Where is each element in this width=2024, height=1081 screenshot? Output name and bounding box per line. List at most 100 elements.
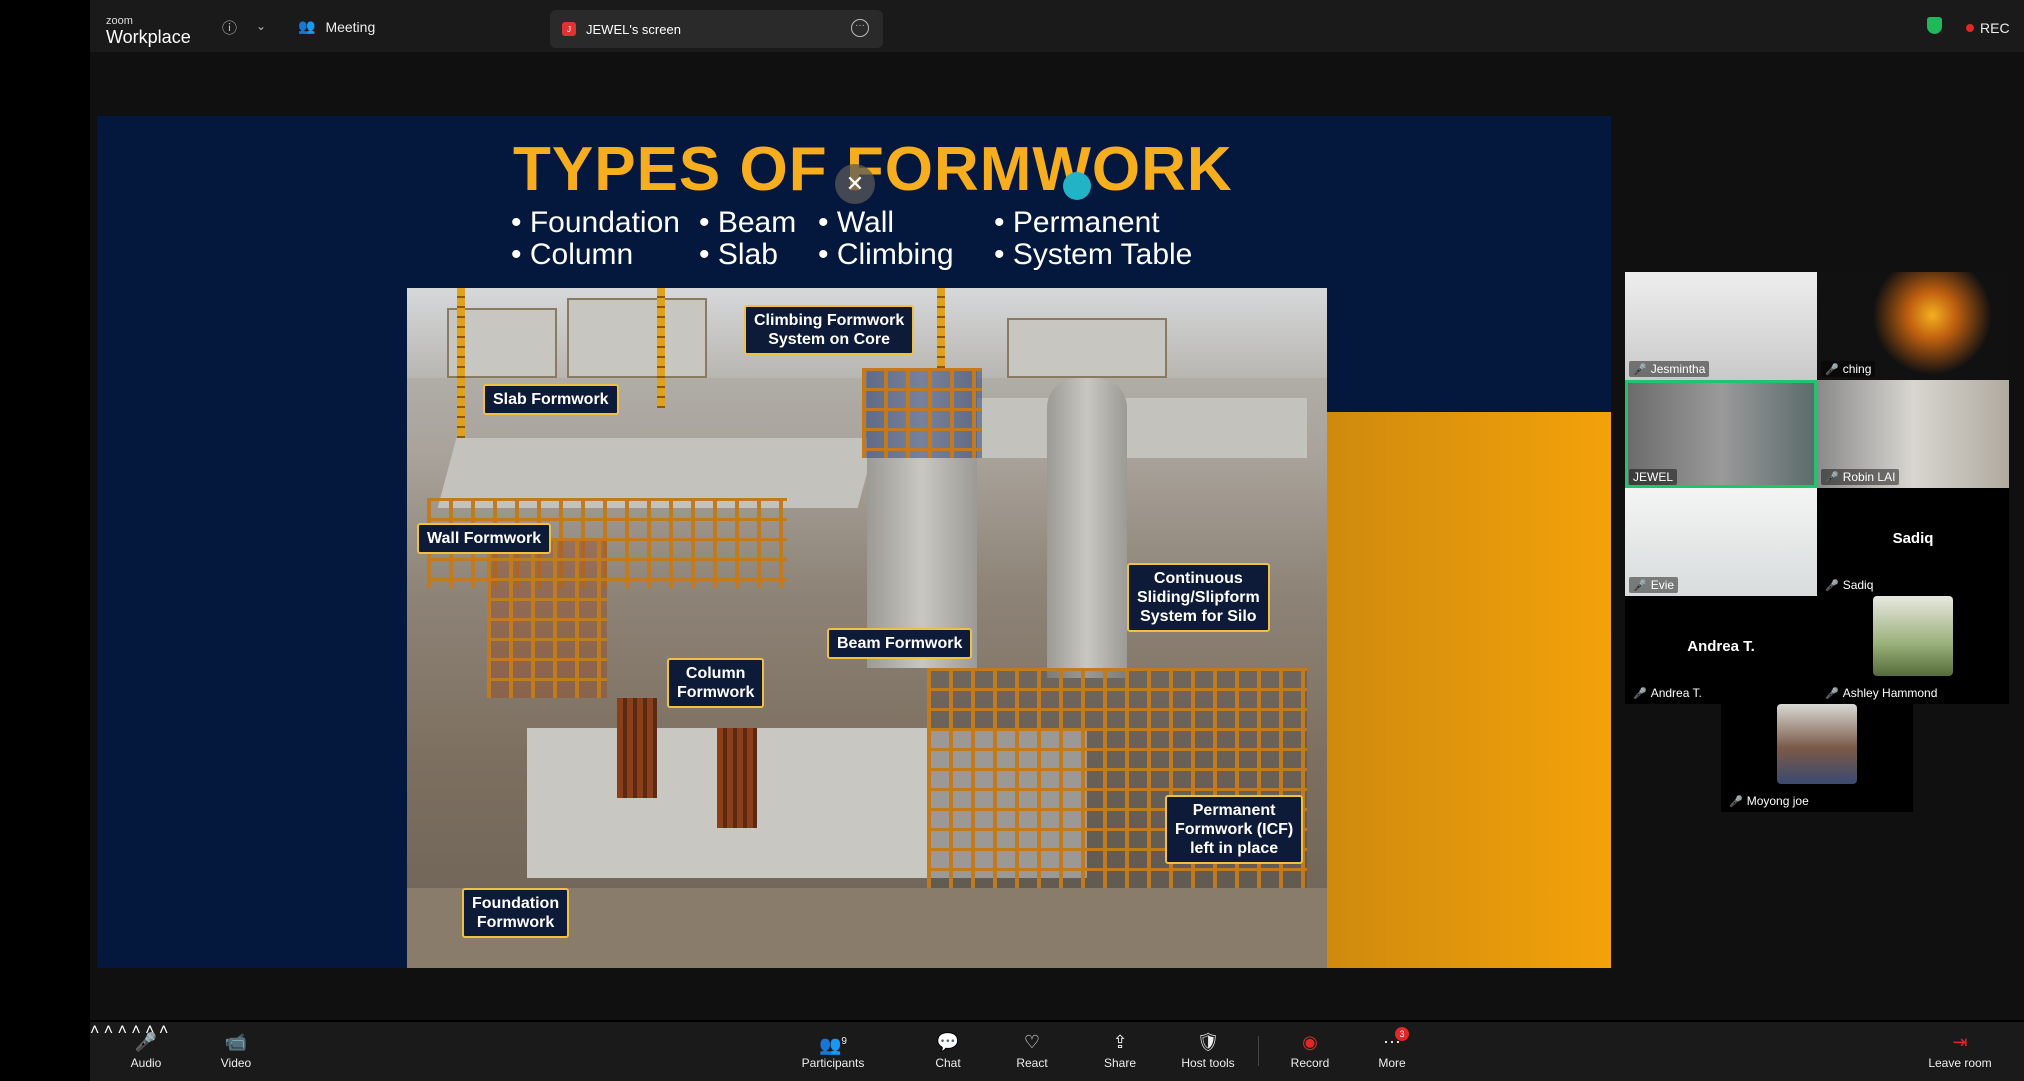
- callout-permanent-formwork: Permanent Formwork (ICF) left in place: [1165, 795, 1304, 864]
- participant-tile-sadiq[interactable]: Sadiq 🎤 Sadiq: [1817, 488, 2009, 596]
- host-tools-button[interactable]: 🛡 Host tools: [1176, 1030, 1240, 1070]
- video-icon: 📹: [224, 1032, 248, 1052]
- participant-center-name: Sadiq: [1892, 530, 1934, 547]
- avatar: [1873, 596, 1953, 676]
- mic-off-icon: 🎤: [1633, 363, 1647, 376]
- toolbar-divider: [1258, 1036, 1259, 1066]
- callout-climbing-formwork: Climbing Formwork System on Core: [744, 305, 915, 355]
- participant-name: 🎤 Ashley Hammond: [1825, 686, 1938, 700]
- chat-icon: 💬: [936, 1032, 960, 1052]
- record-button[interactable]: ◉ Record: [1286, 1030, 1334, 1070]
- chat-label: Chat: [935, 1056, 961, 1070]
- screen-owner-avatar: J: [562, 22, 576, 36]
- leave-label: Leave room: [1928, 1056, 1992, 1070]
- record-label: Record: [1290, 1056, 1330, 1070]
- participant-tile-moyong-joe[interactable]: 🎤 Moyong joe: [1721, 704, 1913, 812]
- logo-big-text: Workplace: [106, 27, 191, 47]
- more-icon[interactable]: ···: [851, 19, 869, 37]
- callout-slab-formwork: Slab Formwork: [483, 384, 619, 415]
- rec-label: REC: [1980, 20, 2010, 36]
- slide-orange-panel: [1327, 412, 1611, 968]
- more-icon: ⋯ 3: [1383, 1027, 1409, 1054]
- video-label: Video: [220, 1056, 252, 1070]
- participant-tile-andrea[interactable]: Andrea T. 🎤 Andrea T.: [1625, 596, 1817, 704]
- mic-off-icon: 🎤: [1633, 687, 1647, 700]
- shield-icon[interactable]: [1927, 17, 1942, 34]
- recording-indicator[interactable]: REC: [1966, 20, 2010, 36]
- participants-button[interactable]: 👥9 Participants: [798, 1030, 868, 1070]
- participant-tile-robin-lai[interactable]: 🎤 Robin LAI: [1817, 380, 2009, 488]
- participants-icon: 👥: [298, 18, 316, 34]
- mic-off-icon: 🎤: [1633, 579, 1647, 592]
- participant-name: 🎤 Jesmintha: [1629, 361, 1710, 377]
- participants-icon: 👥9: [819, 1035, 847, 1055]
- callout-beam-formwork: Beam Formwork: [827, 628, 973, 659]
- leave-room-button[interactable]: ⇥ Leave room: [1924, 1030, 1996, 1070]
- bullet-item: • Permanent: [994, 206, 1160, 239]
- more-badge: 3: [1395, 1027, 1409, 1041]
- participant-tile-ashley-hammond[interactable]: 🎤 Ashley Hammond: [1817, 596, 2009, 704]
- react-button[interactable]: ♡ React: [1010, 1030, 1054, 1070]
- participant-center-name: Andrea T.: [1687, 638, 1755, 655]
- participants-label: Participants: [801, 1056, 865, 1070]
- callout-wall-formwork: Wall Formwork: [417, 523, 552, 554]
- more-label: More: [1378, 1056, 1406, 1070]
- construction-site-image: Climbing Formwork System on Core Slab For…: [407, 288, 1327, 968]
- participant-tile-ching[interactable]: 🎤 ching: [1817, 272, 2009, 380]
- share-icon: ⇪: [1112, 1032, 1128, 1052]
- bullet-item: • Climbing: [818, 238, 954, 271]
- bullet-item: • Beam: [699, 206, 797, 239]
- participant-name: 🎤 Sadiq: [1825, 578, 1874, 592]
- meeting-tab-label: Meeting: [325, 18, 376, 35]
- bottom-toolbar: 🎤 Audio ˄ 📹 Video ˄ 👥9 Participants 💬 Ch…: [90, 1022, 2024, 1081]
- more-button[interactable]: ⋯ 3 More: [1372, 1027, 1412, 1070]
- shared-screen-content: TYPES OF FORMWORK • Foundation • Beam • …: [97, 116, 1611, 968]
- participant-name: 🎤 Robin LAI: [1821, 469, 1900, 485]
- participant-name: 🎤 Evie: [1629, 577, 1679, 593]
- chevron-down-icon[interactable]: ⌄: [256, 19, 266, 33]
- meeting-tab[interactable]: 👥 Meeting: [298, 18, 375, 35]
- mic-off-icon: 🎤: [1825, 363, 1839, 376]
- record-dot-icon: [1966, 24, 1974, 32]
- participant-name: 🎤 Moyong joe: [1729, 794, 1809, 808]
- shared-screen-tab[interactable]: J JEWEL's screen ···: [550, 10, 883, 48]
- audio-label: Audio: [130, 1056, 162, 1070]
- participant-tile-jewel[interactable]: JEWEL: [1625, 380, 1817, 488]
- participant-tile-evie[interactable]: 🎤 Evie: [1625, 488, 1817, 596]
- info-icon[interactable]: ⓘ: [222, 17, 237, 38]
- logo-small-text: zoom: [106, 15, 133, 27]
- pointer-cursor: [1063, 172, 1091, 200]
- share-label: Share: [1103, 1056, 1137, 1070]
- react-icon: ♡: [1023, 1032, 1041, 1052]
- mic-off-icon: 🎤: [1825, 471, 1839, 484]
- slide-title: TYPES OF FORMWORK: [513, 135, 1233, 204]
- participant-name: JEWEL: [1629, 469, 1678, 485]
- callout-column-formwork: Column Formwork: [667, 658, 765, 708]
- audio-button[interactable]: 🎤 Audio: [124, 1030, 168, 1070]
- close-icon[interactable]: ✕: [835, 164, 875, 204]
- callout-slipform-silo: Continuous Sliding/Slipform System for Sil…: [1127, 563, 1270, 632]
- participant-tile-jesmintha[interactable]: 🎤 Jesmintha: [1625, 272, 1817, 380]
- host-tools-label: Host tools: [1181, 1056, 1235, 1070]
- react-label: React: [1016, 1056, 1048, 1070]
- leave-icon: ⇥: [1952, 1032, 1968, 1052]
- chat-button[interactable]: 💬 Chat: [928, 1030, 968, 1070]
- share-button[interactable]: ⇪ Share: [1098, 1030, 1142, 1070]
- participant-name: 🎤 Andrea T.: [1633, 686, 1702, 700]
- bullet-item: • Wall: [818, 206, 895, 239]
- chevron-up-icon[interactable]: ˄: [104, 1022, 113, 1039]
- avatar: [1777, 704, 1857, 784]
- mic-off-icon: 🎤: [1825, 687, 1839, 700]
- top-bar: zoom Workplace ⓘ ⌄ 👥 Meeting J JEWEL's s…: [90, 0, 2024, 52]
- callout-foundation-formwork: Foundation Formwork: [462, 888, 570, 938]
- zoom-logo: zoom Workplace: [106, 15, 191, 47]
- mic-off-icon: 🎤: [1729, 795, 1743, 808]
- chevron-up-icon[interactable]: ˄: [90, 1022, 99, 1039]
- bullet-item: • Foundation: [511, 206, 680, 239]
- mic-off-icon: 🎤: [134, 1032, 158, 1052]
- video-button[interactable]: 📹 Video: [214, 1030, 258, 1070]
- host-tools-icon: 🛡: [1196, 1032, 1220, 1052]
- bullet-item: • Slab: [699, 238, 778, 271]
- bullet-item: • System Table: [994, 238, 1193, 271]
- record-icon: ◉: [1302, 1032, 1318, 1052]
